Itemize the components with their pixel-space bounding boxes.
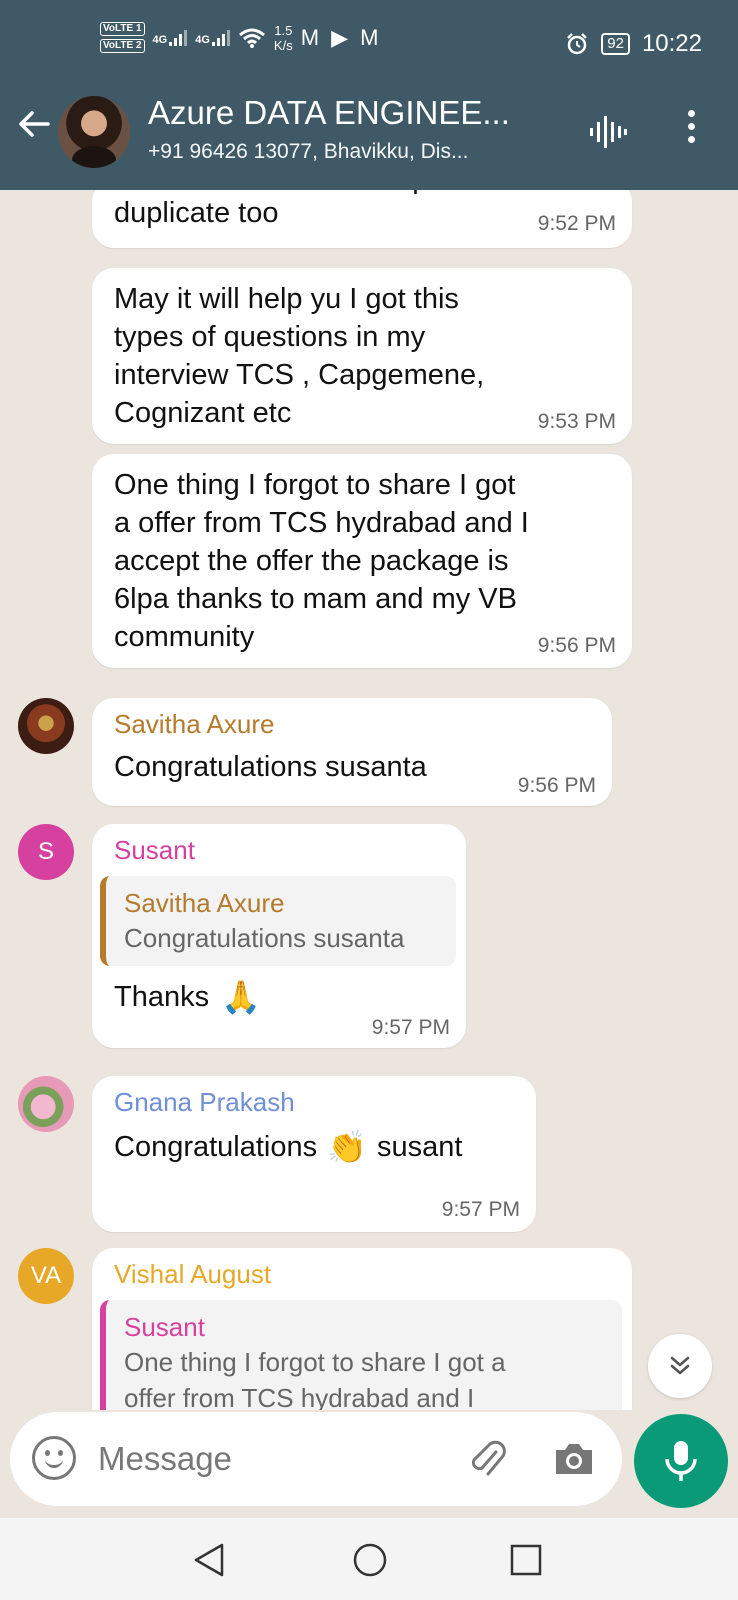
sender-name[interactable]: Savitha Axure bbox=[114, 708, 590, 740]
sender-avatar[interactable]: S bbox=[18, 824, 74, 880]
message-bubble[interactable]: Gnana Prakash Congratulations 👏 susant 9… bbox=[92, 1076, 536, 1232]
message-bubble[interactable]: One thing I forgot to share I got a offe… bbox=[92, 454, 632, 668]
message-text: Congratulations bbox=[114, 1131, 318, 1163]
message-text: duplicate too bbox=[114, 197, 279, 229]
message-input[interactable] bbox=[98, 1434, 438, 1484]
net-type-2: 4G bbox=[195, 33, 210, 46]
net-type-1: 4G bbox=[152, 33, 168, 46]
folded-hands-emoji: 🙏 bbox=[221, 979, 261, 1015]
message-content: Congratulations 👏 susant bbox=[114, 1128, 514, 1166]
status-left: VoLTE 1 VoLTE 2 4G 4G 1.5 K/s M ▶ M bbox=[100, 22, 382, 53]
message-time: 9:52 PM bbox=[537, 212, 616, 235]
back-button[interactable] bbox=[16, 106, 52, 149]
message-time: 9:57 PM bbox=[441, 1198, 520, 1221]
quoted-message[interactable]: Savitha Axure Congratulations susanta bbox=[100, 876, 456, 966]
signal-1: 4G bbox=[152, 29, 188, 46]
nav-back-icon[interactable] bbox=[192, 1542, 226, 1578]
scroll-down-button[interactable] bbox=[648, 1334, 712, 1398]
paperclip-icon[interactable] bbox=[466, 1438, 510, 1482]
message-text: susant bbox=[376, 1131, 463, 1163]
quote-text: One thing I forgot to share I got a bbox=[124, 1347, 506, 1377]
message-bubble[interactable]: Susant Savitha Axure Congratulations sus… bbox=[92, 824, 466, 1048]
quote-sender: Susant bbox=[124, 1312, 205, 1342]
message-line: 6lpa thanks to mam and my VB bbox=[114, 583, 517, 615]
quote-text: Congratulations susanta bbox=[124, 923, 405, 953]
quote-text-partial: offer from TCS hydrabad and I bbox=[124, 1383, 475, 1410]
camera-icon[interactable] bbox=[552, 1438, 596, 1478]
battery-indicator: 92 bbox=[601, 33, 630, 55]
volte-indicators: VoLTE 1 VoLTE 2 bbox=[100, 22, 145, 53]
top-bar: VoLTE 1 VoLTE 2 4G 4G 1.5 K/s M ▶ M 92 1… bbox=[0, 0, 738, 190]
signal-bars-icon bbox=[211, 29, 230, 46]
message-time: 9:56 PM bbox=[537, 634, 616, 657]
network-speed: 1.5 K/s bbox=[274, 23, 293, 53]
message-line: community bbox=[114, 621, 255, 653]
signal-bars-icon bbox=[169, 29, 188, 46]
message-time: 9:56 PM bbox=[517, 774, 596, 797]
alarm-icon bbox=[567, 33, 588, 55]
emoji-icon[interactable] bbox=[32, 1436, 76, 1480]
wifi-icon bbox=[238, 28, 265, 48]
message-line: May it will help yu I got this bbox=[114, 283, 459, 315]
message-bubble[interactable]: Savitha Axure Congratulations susanta 9:… bbox=[92, 698, 612, 806]
message-line: a offer from TCS hydrabad and I bbox=[114, 507, 529, 539]
message-bubble[interactable]: Vishal August Susant One thing I forgot … bbox=[92, 1248, 632, 1410]
message-text: Thanks bbox=[114, 981, 210, 1013]
sender-avatar[interactable] bbox=[18, 1076, 74, 1132]
quoted-message[interactable]: Susant One thing I forgot to share I got… bbox=[100, 1300, 622, 1410]
speed-value: 1.5 bbox=[274, 22, 293, 38]
status-bar: VoLTE 1 VoLTE 2 4G 4G 1.5 K/s M ▶ M 92 1… bbox=[0, 0, 738, 86]
double-chevron-down-icon bbox=[670, 1356, 690, 1375]
message-line: accept the offer the package is bbox=[114, 545, 509, 577]
notification-app-icons: M ▶ M bbox=[300, 24, 382, 50]
system-nav-bar bbox=[0, 1518, 738, 1600]
speed-unit: K/s bbox=[273, 37, 293, 53]
nav-recent-apps-icon[interactable] bbox=[510, 1544, 542, 1576]
message-line: types of questions in my bbox=[114, 321, 426, 353]
nav-home-icon[interactable] bbox=[352, 1542, 388, 1578]
sender-avatar[interactable]: VA bbox=[18, 1248, 74, 1304]
message-time: 9:53 PM bbox=[537, 410, 616, 433]
status-right: 92 10:22 bbox=[565, 30, 702, 58]
sender-name[interactable]: Susant bbox=[114, 834, 456, 866]
mic-icon bbox=[665, 1441, 697, 1481]
arrow-left-icon bbox=[19, 111, 50, 137]
volte-2: VoLTE 2 bbox=[100, 39, 145, 53]
message-line: interview TCS , Capgemene, bbox=[114, 359, 485, 391]
sender-avatar[interactable] bbox=[18, 698, 74, 754]
chat-area[interactable]: rename the col and drop duplicate too 9:… bbox=[0, 190, 738, 1410]
message-line: One thing I forgot to share I got bbox=[114, 469, 516, 501]
clock: 10:22 bbox=[641, 30, 702, 57]
more-vertical-icon[interactable] bbox=[688, 110, 695, 143]
sender-name[interactable]: Vishal August bbox=[114, 1258, 622, 1290]
audio-wave-icon[interactable] bbox=[588, 112, 628, 152]
message-content: Thanks 🙏 bbox=[114, 978, 456, 1016]
message-composer bbox=[10, 1412, 622, 1506]
clapping-hands-emoji: 👏 bbox=[327, 1129, 367, 1165]
chat-header: Azure DATA ENGINEE... +91 96426 13077, B… bbox=[0, 86, 738, 190]
message-bubble[interactable]: rename the col and drop duplicate too 9:… bbox=[92, 190, 632, 248]
volte-1: VoLTE 1 bbox=[100, 22, 145, 36]
quote-sender: Savitha Axure bbox=[124, 888, 285, 918]
message-bubble[interactable]: May it will help yu I got this types of … bbox=[92, 268, 632, 444]
message-time: 9:57 PM bbox=[371, 1016, 450, 1039]
signal-2: 4G bbox=[195, 29, 230, 46]
group-members[interactable]: +91 96426 13077, Bhavikku, Dis... bbox=[148, 140, 468, 164]
sender-name[interactable]: Gnana Prakash bbox=[114, 1086, 514, 1118]
message-line: Cognizant etc bbox=[114, 397, 292, 429]
mic-button[interactable] bbox=[634, 1414, 728, 1508]
group-avatar[interactable] bbox=[58, 96, 130, 168]
group-title[interactable]: Azure DATA ENGINEE... bbox=[148, 94, 510, 132]
